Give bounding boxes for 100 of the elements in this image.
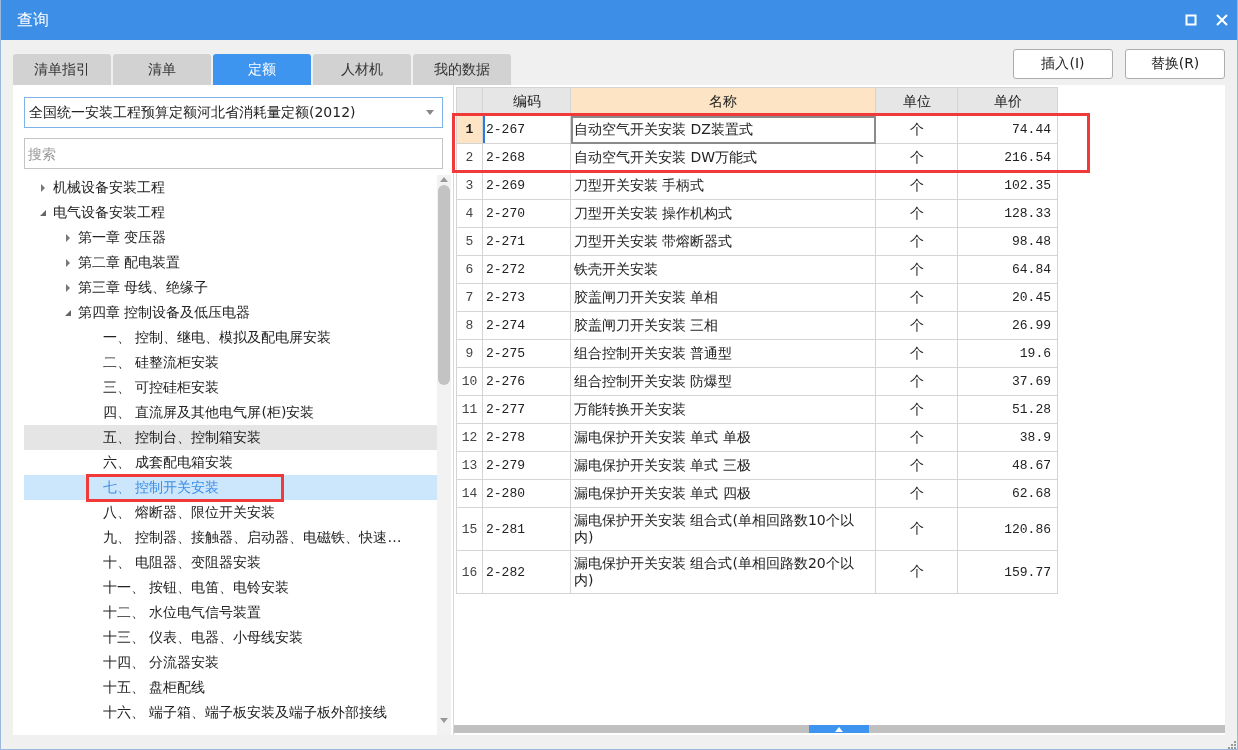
row-number[interactable]: 13 [456,451,483,480]
row-number[interactable]: 4 [456,199,483,228]
table-cell: 个 [875,451,958,480]
tree-item[interactable]: 四、 直流屏及其他电气屏(柜)安装 [24,400,437,425]
tree-item[interactable]: 十四、 分流器安装 [24,650,437,675]
table-cell: 38.9 [957,423,1058,452]
library-dropdown[interactable]: 全国统一安装工程预算定额河北省消耗量定额(2012) [24,97,443,128]
scroll-up-icon [439,175,449,183]
row-number[interactable]: 5 [456,227,483,256]
collapse-arrow-icon[interactable] [64,308,72,317]
table-cell: 个 [875,199,958,228]
table-cell: 铁壳开关安装 [570,255,876,284]
tab[interactable]: 清单指引 [13,54,111,85]
tree-item[interactable]: 机械设备安装工程 [24,175,437,200]
tab[interactable]: 我的数据 [413,54,511,85]
table-cell: 20.45 [957,283,1058,312]
scroll-down-icon [439,717,449,725]
table-cell: 2-271 [482,227,571,256]
collapse-arrow-icon[interactable] [39,208,47,217]
tab[interactable]: 人材机 [313,54,411,85]
table-cell: 个 [875,227,958,256]
table-cell: 2-281 [482,507,571,551]
table-cell: 2-274 [482,311,571,340]
row-number[interactable]: 15 [456,507,483,551]
table-cell: 个 [875,479,958,508]
table-cell: 51.28 [957,395,1058,424]
row-number[interactable]: 11 [456,395,483,424]
row-number[interactable]: 14 [456,479,483,508]
table-cell: 刀型开关安装 带熔断器式 [570,227,876,256]
table-cell: 2-270 [482,199,571,228]
expand-arrow-icon[interactable] [39,183,47,192]
table-cell: 个 [875,550,958,594]
tree-item[interactable]: 三、 可控硅柜安装 [24,375,437,400]
expand-arrow-icon[interactable] [64,258,72,267]
table-cell: 刀型开关安装 操作机构式 [570,199,876,228]
tree-item[interactable]: 第四章 控制设备及低压电器 [24,300,437,325]
tree-item[interactable]: 十六、 端子箱、端子板安装及端子板外部接线 [24,700,437,725]
table-cell: 个 [875,367,958,396]
table-cell: 128.33 [957,199,1058,228]
tree-item[interactable]: 九、 控制器、接触器、启动器、电磁铁、快速… [24,525,437,550]
table-cell: 62.68 [957,479,1058,508]
row-number[interactable]: 10 [456,367,483,396]
close-icon [1215,14,1228,26]
row-number[interactable]: 16 [456,550,483,594]
table-cell: 2-279 [482,451,571,480]
column-header[interactable]: 名称 [570,87,876,116]
column-header[interactable]: 单价 [957,87,1058,116]
table-cell: 组合控制开关安装 普通型 [570,339,876,368]
table-cell: 个 [875,171,958,200]
action-button[interactable]: 插入(I) [1013,49,1113,79]
tree-item[interactable]: 十、 电阻器、变阻器安装 [24,550,437,575]
row-number[interactable]: 1 [456,115,483,144]
window-title: 查询 [17,9,50,31]
tree-item[interactable]: 二、 硅整流柜安装 [24,350,437,375]
search-field[interactable]: 搜索 [24,138,443,169]
table-cell: 26.99 [957,311,1058,340]
tree-item[interactable]: 一、 控制、继电、模拟及配电屏安装 [24,325,437,350]
table-cell: 漏电保护开关安装 组合式(单相回路数10个以内) [570,507,876,551]
vertical-scrollbar[interactable] [437,175,451,735]
table-cell: 2-269 [482,171,571,200]
row-number[interactable]: 7 [456,283,483,312]
tree-item[interactable]: 十三、 仪表、电器、小母线安装 [24,625,437,650]
tree-item[interactable]: 十一、 按钮、电笛、电铃安装 [24,575,437,600]
tree-item[interactable]: 第一章 变压器 [24,225,437,250]
tab[interactable]: 清单 [113,54,211,85]
tree-item[interactable]: 八、 熔断器、限位开关安装 [24,500,437,525]
expand-arrow-icon[interactable] [64,283,72,292]
horizontal-scrollbar[interactable] [454,725,1225,733]
row-number[interactable]: 2 [456,143,483,172]
scroll-up-icon [835,726,843,732]
table-cell: 2-277 [482,395,571,424]
row-number[interactable]: 3 [456,171,483,200]
column-header[interactable]: 编码 [482,87,571,116]
table-cell: 2-273 [482,283,571,312]
row-number[interactable]: 6 [456,255,483,284]
tree-item[interactable]: 电气设备安装工程 [24,200,437,225]
table-cell: 个 [875,311,958,340]
row-number[interactable]: 12 [456,423,483,452]
tree-item[interactable]: 十二、 水位电气信号装置 [24,600,437,625]
resize-grip-icon [1227,740,1237,750]
tree-item[interactable]: 第二章 配电装置 [24,250,437,275]
tree-item[interactable]: 六、 成套配电箱安装 [24,450,437,475]
table-cell: 2-278 [482,423,571,452]
expand-arrow-icon[interactable] [64,233,72,242]
tree-item[interactable]: 十五、 盘柜配线 [24,675,437,700]
row-number[interactable]: 9 [456,339,483,368]
table-cell: 漏电保护开关安装 单式 单极 [570,423,876,452]
action-button[interactable]: 替换(R) [1125,49,1225,79]
tree-item[interactable]: 五、 控制台、控制箱安装 [24,425,437,450]
tree-item[interactable]: 第三章 母线、绝缘子 [24,275,437,300]
column-header[interactable]: 单位 [875,87,958,116]
table-cell: 120.86 [957,507,1058,551]
table-cell: 37.69 [957,367,1058,396]
row-number[interactable]: 8 [456,311,483,340]
table-cell: 98.48 [957,227,1058,256]
table-cell: 个 [875,283,958,312]
table-cell: 漏电保护开关安装 单式 四极 [570,479,876,508]
table-cell: 102.35 [957,171,1058,200]
table-cell: 个 [875,507,958,551]
table-cell: 个 [875,423,958,452]
